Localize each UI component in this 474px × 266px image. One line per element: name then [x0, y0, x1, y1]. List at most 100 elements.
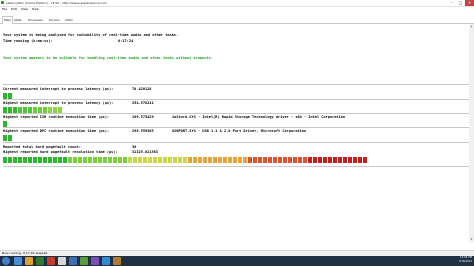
- tab-drivers[interactable]: Drivers: [49, 17, 60, 23]
- explorer-icon[interactable]: [14, 257, 22, 265]
- media-icon[interactable]: [36, 257, 44, 265]
- spotify-icon[interactable]: [80, 257, 88, 265]
- tab-cpus[interactable]: CPUs: [65, 17, 73, 23]
- level-bar-cell: [168, 157, 172, 163]
- browser-icon[interactable]: [47, 257, 55, 265]
- level-bar-cell: [288, 157, 292, 163]
- separator: [3, 84, 469, 85]
- separator: [3, 113, 469, 114]
- level-bar-cell: [353, 157, 357, 163]
- window-controls: – □ ×: [447, 0, 474, 6]
- system-tray-clock[interactable]: 12:04 PM 7/16/2012: [459, 256, 472, 266]
- maximize-button[interactable]: □: [456, 0, 465, 6]
- level-bar-cell: [38, 157, 42, 163]
- level-bar-cell: [138, 157, 142, 163]
- menu-file[interactable]: File: [2, 7, 7, 11]
- metric-detail-isr-driver: iaStorA.SYS - Intel(R) Rapid Storage Tec…: [172, 115, 346, 119]
- tab-processes[interactable]: Processes: [28, 17, 43, 23]
- scroll-up-arrow-icon[interactable]: ▲: [469, 24, 474, 29]
- metric-value-pagefault-count: 36: [132, 145, 137, 149]
- menu-help[interactable]: Help: [32, 7, 39, 11]
- metric-label-highest-latency: Highest measured interrupt to process la…: [3, 101, 114, 105]
- level-bar-cell: [133, 157, 137, 163]
- folder-icon[interactable]: [25, 257, 33, 265]
- metric-value-isr-time: 199.573429: [132, 115, 154, 119]
- metric-bar-pagefault-time: [3, 157, 368, 163]
- level-bar-cell: [58, 157, 62, 163]
- level-bar-cell: [283, 157, 287, 163]
- level-bar-cell: [253, 157, 257, 163]
- tab-stats[interactable]: Stats: [14, 17, 22, 23]
- level-bar-cell: [343, 157, 347, 163]
- level-bar-cell: [118, 157, 122, 163]
- level-bar-cell: [8, 157, 12, 163]
- app-icon[interactable]: [91, 257, 99, 265]
- separator: [3, 166, 469, 167]
- level-bar-cell: [48, 157, 52, 163]
- level-bar-cell: [223, 157, 227, 163]
- level-bar-cell: [88, 157, 92, 163]
- minimize-button[interactable]: –: [447, 0, 456, 6]
- level-bar-cell: [268, 157, 272, 163]
- start-button-icon[interactable]: [2, 257, 10, 265]
- level-bar-cell: [208, 157, 212, 163]
- metric-value-dpc-time: 299.559365: [132, 129, 154, 133]
- separator: [3, 142, 469, 143]
- menu-edit[interactable]: Edit: [11, 7, 17, 11]
- level-bar-cell: [128, 157, 132, 163]
- tab-bar: Main Stats Processes Drivers CPUs: [0, 16, 474, 24]
- scroll-down-arrow-icon[interactable]: ▼: [469, 237, 474, 242]
- clock-date: 7/16/2012: [458, 260, 472, 263]
- taskbar-pinned-apps: [14, 257, 124, 265]
- level-bar-cell: [173, 157, 177, 163]
- close-button[interactable]: ×: [465, 0, 474, 6]
- latencymon-app-icon[interactable]: [58, 257, 66, 265]
- level-bar-cell: [238, 157, 242, 163]
- time-running-value: 0:17:24: [118, 39, 134, 43]
- analysis-text: Your system is being analysed for suitab…: [3, 33, 179, 37]
- level-bar-cell: [243, 157, 247, 163]
- level-bar-cell: [333, 157, 337, 163]
- level-bar-cell: [3, 135, 7, 141]
- metric-label-current-latency: Current measured interrupt to process la…: [3, 87, 114, 91]
- level-bar-cell: [53, 157, 57, 163]
- level-bar-cell: [103, 157, 107, 163]
- level-bar-cell: [318, 157, 322, 163]
- app-icon: [1, 1, 4, 4]
- level-bar-cell: [348, 157, 352, 163]
- metric-detail-dpc-driver: USBPORT.SYS - USB 1.1 & 2.0 Port Driver,…: [172, 129, 307, 133]
- skype-icon[interactable]: [102, 257, 110, 265]
- separator: [3, 127, 469, 128]
- level-bar-cell: [183, 157, 187, 163]
- level-bar-cell: [33, 157, 37, 163]
- vertical-scrollbar[interactable]: ▲ ▼: [469, 24, 474, 242]
- separator: [3, 99, 469, 100]
- level-bar-cell: [303, 157, 307, 163]
- metric-label-pagefault-time: Highest reported hard pagefault resoluti…: [3, 150, 118, 154]
- level-bar-cell: [73, 157, 77, 163]
- level-bar-cell: [13, 157, 17, 163]
- word-icon[interactable]: [69, 257, 77, 265]
- window-title: LatencyMon (Home Edition) - v3.50 - http…: [6, 1, 107, 5]
- level-bar-cell: [263, 157, 267, 163]
- tab-main[interactable]: Main: [2, 16, 14, 24]
- level-bar-cell: [193, 157, 197, 163]
- taskbar: 12:04 PM 7/16/2012: [0, 256, 474, 266]
- time-running-label: Time running (h:mm:ss):: [3, 39, 53, 43]
- app-icon[interactable]: [113, 257, 121, 265]
- menu-view[interactable]: View: [21, 7, 28, 11]
- level-bar-cell: [338, 157, 342, 163]
- level-bar-cell: [78, 157, 82, 163]
- level-bar-cell: [213, 157, 217, 163]
- level-bar-cell: [23, 157, 27, 163]
- level-bar-cell: [68, 157, 72, 163]
- level-bar-cell: [188, 157, 192, 163]
- title-bar: LatencyMon (Home Edition) - v3.50 - http…: [0, 0, 474, 7]
- metric-label-pagefault-count: Reported total hard pagefault count:: [3, 145, 81, 149]
- metric-value-highest-latency: 254.578241: [132, 101, 154, 105]
- status-text: Now running. 0:17:24 elapsed.: [2, 251, 49, 255]
- level-bar-cell: [203, 157, 207, 163]
- level-bar-cell: [198, 157, 202, 163]
- metric-value-current-latency: 70.420128: [132, 87, 152, 91]
- level-bar-cell: [63, 157, 67, 163]
